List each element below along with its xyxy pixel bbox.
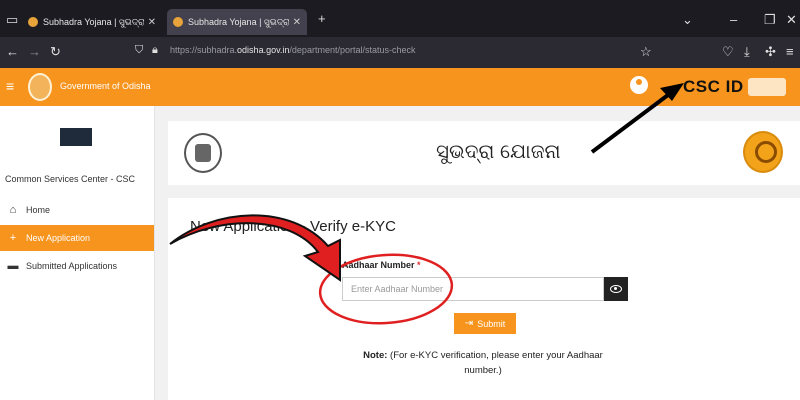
sign-in-icon: ⇥ [464, 318, 474, 329]
hamburger-menu-icon[interactable]: ≡ [6, 78, 14, 94]
page-title: New Application - Verify e-KYC [190, 218, 396, 235]
sidebar-item-label: Home [26, 205, 51, 215]
csc-logo [60, 128, 92, 146]
scheme-banner: ସୁଭଦ୍ରା ଯୋଜନା [168, 121, 800, 185]
sidebar-item-submitted-applications[interactable]: ▬ Submitted Applications [0, 253, 154, 279]
url-path: /department/portal/status-check [289, 45, 416, 55]
close-tab-icon[interactable]: ✕ [148, 17, 156, 28]
browser-nav-bar: ← → ↻ ⛉ 🔒︎ https://subhadra.odisha.gov.i… [0, 37, 800, 68]
sidebar-item-label: New Application [26, 233, 91, 243]
toggle-visibility-button[interactable] [604, 277, 628, 301]
url-domain: odisha.gov.in [237, 45, 290, 55]
government-title: Government of Odisha [60, 81, 151, 91]
sidebar-item-new-application[interactable]: + New Application [0, 225, 154, 251]
odisha-emblem-icon [28, 73, 52, 101]
shield-icon[interactable]: ⛉ [135, 44, 143, 57]
sidebar-item-label: Submitted Applications [26, 261, 118, 271]
forward-icon[interactable]: → [28, 44, 41, 59]
site-header: ≡ Government of Odisha CSC ID [0, 68, 800, 106]
tab-overview-icon[interactable]: ▭ [6, 12, 18, 28]
redacted-csc-id [748, 78, 786, 96]
required-mark: * [417, 260, 421, 270]
browser-tab-1[interactable]: Subhadra Yojana | ସୁଭଦ୍ରା ଯୋଜନା ✕ [22, 9, 162, 35]
browser-tab-bar: ▭ Subhadra Yojana | ସୁଭଦ୍ରା ଯୋଜନା ✕ Subh… [0, 0, 800, 37]
minimize-icon[interactable]: – [730, 12, 737, 27]
extensions-icon[interactable]: ✣ [765, 44, 776, 60]
downloads-icon[interactable]: ⤓ [744, 44, 750, 60]
sidebar-org-name: Common Services Center - CSC [5, 174, 136, 184]
aadhaar-label: Aadhaar Number * [342, 260, 421, 270]
home-icon: ⌂ [9, 204, 17, 216]
restore-icon[interactable]: ❐ [764, 12, 776, 28]
reload-icon[interactable]: ↻ [50, 44, 61, 60]
odisha-emblem-icon [184, 133, 222, 173]
site-favicon-icon [28, 17, 38, 27]
address-bar[interactable]: https://subhadra.odisha.gov.in/departmen… [170, 45, 415, 55]
url-prefix: https://subhadra. [170, 45, 238, 55]
subhadra-logo-icon [743, 131, 783, 173]
aadhaar-label-text: Aadhaar Number [342, 260, 415, 270]
browser-tab-2[interactable]: Subhadra Yojana | ସୁଭଦ୍ରା ଯୋଜନା ✕ [167, 9, 307, 35]
bookmark-star-icon[interactable]: ☆ [640, 44, 652, 60]
ekyc-form-card: New Application - Verify e-KYC Aadhaar N… [168, 198, 800, 400]
lock-icon[interactable]: 🔒︎ [152, 44, 158, 57]
menu-icon[interactable]: ≡ [786, 44, 794, 59]
close-window-icon[interactable]: ✕ [786, 12, 797, 28]
csc-id-label: CSC ID [683, 77, 744, 96]
tab-title: Subhadra Yojana | ସୁଭଦ୍ରା ଯୋଜନା [188, 16, 289, 27]
sidebar-item-home[interactable]: ⌂ Home [0, 197, 154, 223]
back-icon[interactable]: ← [6, 44, 19, 59]
site-favicon-icon [173, 17, 183, 27]
plus-icon: + [9, 232, 17, 244]
folder-icon: ▬ [7, 260, 19, 272]
tab-title: Subhadra Yojana | ସୁଭଦ୍ରା ଯୋଜନା [43, 16, 144, 27]
note-text: (For e-KYC verification, please enter yo… [390, 350, 603, 376]
tab-list-chevron-icon[interactable]: ⌄ [682, 12, 693, 28]
scheme-title: ସୁଭଦ୍ରା ଯୋଜନା [436, 141, 561, 163]
eye-icon [610, 285, 622, 293]
user-profile-icon[interactable] [630, 76, 648, 94]
new-tab-icon[interactable]: + [318, 11, 326, 26]
submit-button[interactable]: ⇥ Submit [454, 313, 516, 334]
submit-label: Submit [477, 318, 506, 329]
sidebar: Common Services Center - CSC ⌂ Home + Ne… [0, 106, 155, 400]
pocket-icon[interactable]: ♡ [722, 44, 734, 60]
close-tab-icon[interactable]: ✕ [293, 17, 301, 28]
aadhaar-input[interactable] [342, 277, 604, 301]
note-label: Note: [363, 350, 388, 361]
ekyc-note: Note: (For e-KYC verification, please en… [348, 348, 618, 378]
